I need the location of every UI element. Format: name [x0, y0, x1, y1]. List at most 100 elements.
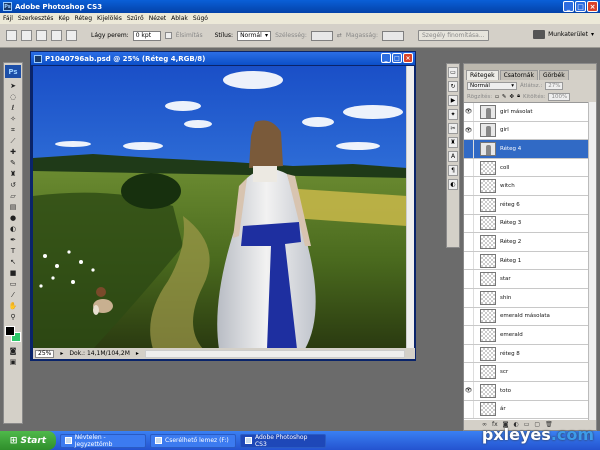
start-button[interactable]: ⊞ Start	[0, 431, 56, 450]
menu-file[interactable]: Fájl	[3, 15, 13, 22]
lock-all-icon[interactable]: 🔒︎	[517, 93, 520, 100]
layer-visibility-eye-icon[interactable]	[464, 251, 474, 270]
brushes-panel-icon[interactable]: ✦	[448, 109, 458, 120]
document-vertical-scrollbar[interactable]	[406, 66, 414, 349]
pen-tool-icon[interactable]: ✒	[6, 235, 20, 245]
dodge-tool-icon[interactable]: ◐	[6, 224, 20, 234]
document-close-button[interactable]: ×	[403, 53, 413, 63]
swap-dimensions-icon[interactable]: ⇄	[337, 32, 342, 39]
menu-view[interactable]: Nézet	[149, 15, 166, 22]
move-tool-icon[interactable]: ➤	[6, 81, 20, 91]
subtract-selection-icon[interactable]	[51, 30, 62, 41]
blur-tool-icon[interactable]: ●	[6, 213, 20, 223]
layer-visibility-eye-icon[interactable]	[464, 233, 474, 251]
layer-row[interactable]: 👁︎ girl másolat	[464, 103, 590, 122]
shape-tool-icon[interactable]: ■	[6, 268, 20, 278]
layer-row[interactable]: star	[464, 270, 590, 289]
layer-row[interactable]: witch	[464, 177, 590, 196]
layer-visibility-eye-icon[interactable]: 👁︎	[464, 381, 474, 400]
new-selection-icon[interactable]	[21, 30, 32, 41]
height-input[interactable]	[381, 30, 404, 41]
layer-visibility-eye-icon[interactable]	[464, 140, 474, 158]
layer-visibility-eye-icon[interactable]: 👁︎	[464, 103, 474, 121]
quick-mask-icon[interactable]: ◙	[6, 346, 20, 356]
layer-visibility-eye-icon[interactable]	[464, 307, 474, 326]
feather-input[interactable]: 0 kpt	[132, 30, 161, 41]
document-maximize-button[interactable]: □	[392, 53, 402, 63]
lock-transparency-icon[interactable]: ▫	[495, 94, 499, 100]
width-input[interactable]	[310, 30, 333, 41]
layer-row[interactable]: réteg 8	[464, 344, 590, 364]
close-button[interactable]: ×	[587, 1, 598, 12]
workspace-switcher[interactable]: Munkaterület ▾	[533, 30, 594, 39]
layer-row[interactable]: Réteg 3	[464, 214, 590, 234]
menu-layer[interactable]: Réteg	[75, 15, 92, 22]
menu-edit[interactable]: Szerkesztés	[18, 15, 54, 22]
layer-row[interactable]: ár	[464, 400, 590, 420]
lock-image-icon[interactable]: ✎	[502, 94, 507, 100]
layer-visibility-eye-icon[interactable]	[464, 214, 474, 233]
lock-position-icon[interactable]: ✥	[509, 94, 514, 100]
menu-filter[interactable]: Szűrő	[127, 15, 144, 22]
menu-image[interactable]: Kép	[58, 15, 69, 22]
maximize-button[interactable]: □	[575, 1, 586, 12]
marquee-tool-preset-icon[interactable]	[6, 30, 17, 41]
layer-visibility-eye-icon[interactable]	[464, 344, 474, 363]
status-menu-icon[interactable]: ▸	[60, 350, 63, 357]
layer-row[interactable]: shin	[464, 288, 590, 308]
tab-curves[interactable]: Görbék	[538, 70, 569, 80]
clone-stamp-tool-icon[interactable]: ♜	[6, 169, 20, 179]
lasso-tool-icon[interactable]: ℓ	[6, 103, 20, 113]
task-photoshop[interactable]: Adobe Photoshop CS3	[240, 433, 326, 448]
layer-row[interactable]: réteg 6	[464, 195, 590, 215]
opacity-input[interactable]: 27%	[545, 81, 564, 90]
ps-logo-icon[interactable]: Ps	[5, 65, 21, 78]
screen-mode-icon[interactable]: ▣	[6, 357, 20, 367]
eyedropper-tool-icon[interactable]: ⁄	[6, 290, 20, 300]
menu-help[interactable]: Súgó	[193, 15, 208, 22]
eraser-tool-icon[interactable]: ▱	[6, 191, 20, 201]
layer-visibility-eye-icon[interactable]	[464, 158, 474, 177]
zoom-level[interactable]: 25%	[35, 349, 55, 358]
tab-layers[interactable]: Rétegek	[466, 70, 499, 80]
task-removable-disk[interactable]: Cserélhető lemez (F:)	[150, 433, 236, 448]
path-selection-tool-icon[interactable]: ↖	[6, 257, 20, 267]
layer-visibility-eye-icon[interactable]	[464, 195, 474, 214]
color-swatches[interactable]	[5, 326, 21, 342]
image-canvas[interactable]	[33, 66, 407, 349]
document-horizontal-scrollbar[interactable]	[144, 349, 405, 358]
refine-edge-button[interactable]: Szegély finomítása...	[417, 30, 489, 41]
add-selection-icon[interactable]	[36, 30, 47, 41]
layer-row[interactable]: scr	[464, 363, 590, 382]
layers-scrollbar[interactable]	[588, 102, 596, 420]
antialias-checkbox[interactable]	[164, 32, 172, 39]
slice-tool-icon[interactable]: ⟋	[6, 136, 20, 146]
layer-visibility-eye-icon[interactable]	[464, 326, 474, 344]
task-notepad[interactable]: Névtelen - Jegyzettömb	[60, 433, 146, 448]
color-panel-icon[interactable]: ◐	[448, 179, 458, 190]
type-tool-icon[interactable]: T	[6, 246, 20, 256]
layer-visibility-eye-icon[interactable]	[464, 363, 474, 381]
layer-visibility-eye-icon[interactable]	[464, 288, 474, 307]
document-title-bar[interactable]: P1040796ab.psd @ 25% (Réteg 4,RGB/8) _ □…	[31, 52, 415, 65]
layer-row[interactable]: Réteg 2	[464, 233, 590, 252]
magic-wand-tool-icon[interactable]: ✧	[6, 114, 20, 124]
layer-row[interactable]: Réteg 1	[464, 251, 590, 271]
crop-tool-icon[interactable]: ⌗	[6, 125, 20, 135]
healing-brush-tool-icon[interactable]: ✚	[6, 147, 20, 157]
minimize-button[interactable]: _	[563, 1, 574, 12]
tool-presets-panel-icon[interactable]: ✂	[448, 123, 458, 134]
layer-row[interactable]: Réteg 4	[464, 140, 590, 159]
layer-row[interactable]: 👁︎ toto	[464, 381, 590, 401]
marquee-tool-icon[interactable]: ◌	[6, 92, 20, 102]
gradient-tool-icon[interactable]: ▤	[6, 202, 20, 212]
menu-select[interactable]: Kijelölés	[97, 15, 122, 22]
intersect-selection-icon[interactable]	[66, 30, 77, 41]
navigator-panel-icon[interactable]: ▭	[448, 67, 458, 78]
character-panel-icon[interactable]: A	[448, 151, 458, 162]
layer-visibility-eye-icon[interactable]	[464, 400, 474, 419]
layer-visibility-eye-icon[interactable]: 👁︎	[464, 121, 474, 140]
foreground-color-swatch[interactable]	[5, 326, 15, 336]
brush-tool-icon[interactable]: ✎	[6, 158, 20, 168]
layer-visibility-eye-icon[interactable]	[464, 270, 474, 288]
